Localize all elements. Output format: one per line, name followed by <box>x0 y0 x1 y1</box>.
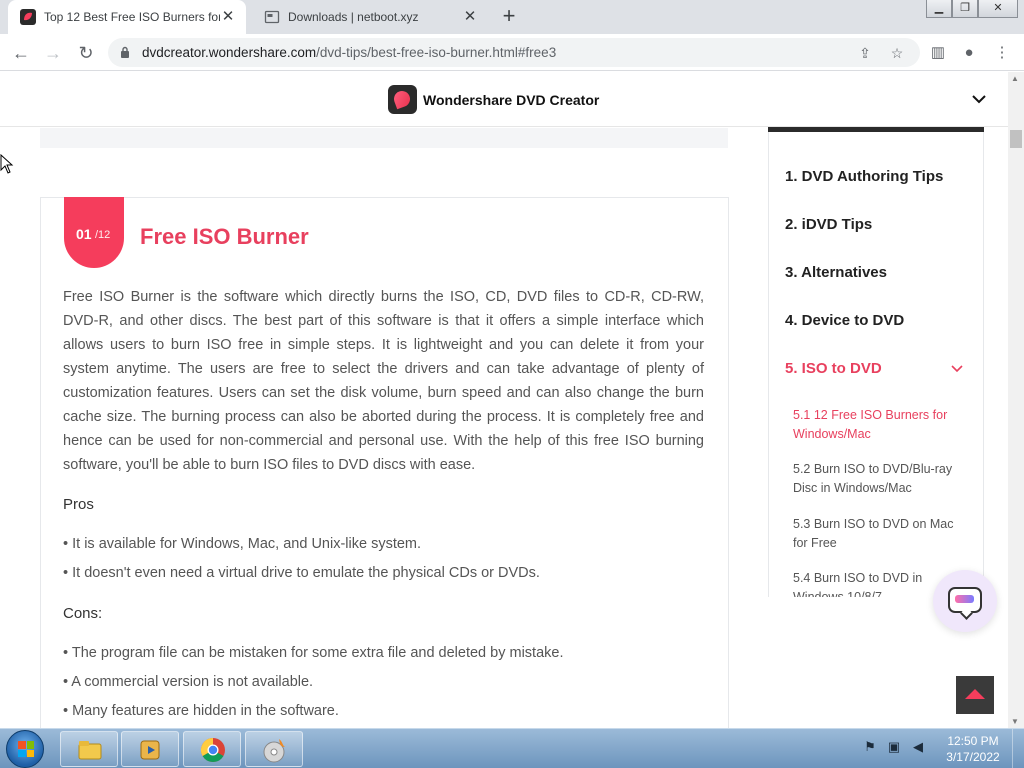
new-tab-button[interactable]: + <box>498 5 520 28</box>
action-center-icon[interactable]: ⚑ <box>862 739 878 755</box>
media-player-icon <box>140 740 160 760</box>
sidebar-subitem-free-iso-burners[interactable]: 5.1 12 Free ISO Burners for Windows/Mac <box>793 406 963 444</box>
windows-taskbar: ⚑ ▣ ◀ 12:50 PM 3/17/2022 <box>0 728 1024 768</box>
sidebar-subitem-burn-iso-bluray[interactable]: 5.2 Burn ISO to DVD/Blu-ray Disc in Wind… <box>793 460 963 498</box>
scroll-up-icon[interactable]: ▲ <box>1011 74 1019 83</box>
tab-title: Top 12 Best Free ISO Burners for <box>44 10 220 24</box>
browser-toolbar: ← → ↻ dvdcreator.wondershare.com/dvd-tip… <box>0 34 1024 71</box>
clock-time: 12:50 PM <box>947 734 999 748</box>
cons-heading: Cons: <box>63 605 103 622</box>
pros-item: • It doesn't even need a virtual drive t… <box>63 565 540 581</box>
clock-date: 3/17/2022 <box>946 750 1000 764</box>
pros-heading: Pros <box>63 496 94 513</box>
network-icon[interactable]: ▣ <box>886 739 902 755</box>
close-tab-icon[interactable]: ✕ <box>462 9 478 25</box>
tab-title: Downloads | netboot.xyz <box>288 10 419 24</box>
chrome-icon <box>200 738 225 763</box>
chat-button[interactable] <box>933 570 997 632</box>
badge-number: 01 <box>76 226 92 242</box>
taskbar-clock[interactable]: 12:50 PM 3/17/2022 <box>940 733 1006 765</box>
menu-icon[interactable]: ⋮ <box>992 43 1012 63</box>
window-controls: ▁ ❐ ✕ <box>926 0 1018 18</box>
address-bar[interactable]: dvdcreator.wondershare.com/dvd-tips/best… <box>108 38 920 67</box>
chevron-down-icon[interactable] <box>970 90 988 108</box>
sidebar-item-dvd-authoring-tips[interactable]: 1. DVD Authoring Tips <box>785 168 943 185</box>
chat-icon <box>948 587 982 613</box>
page-favicon-icon <box>264 10 280 24</box>
show-desktop-button[interactable] <box>1012 729 1024 768</box>
share-icon[interactable]: ⇪ <box>856 44 874 62</box>
sidebar-item-idvd-tips[interactable]: 2. iDVD Tips <box>785 216 872 233</box>
article-title: Free ISO Burner <box>140 224 309 249</box>
star-icon[interactable]: ☆ <box>888 44 906 62</box>
scrollbar-thumb[interactable] <box>1010 130 1022 148</box>
sidebar-item-alternatives[interactable]: 3. Alternatives <box>785 264 887 281</box>
forward-icon[interactable]: → <box>42 42 64 64</box>
cons-item: • The program file can be mistaken for s… <box>63 645 564 661</box>
back-icon[interactable]: ← <box>10 42 32 64</box>
item-number-badge: 01 /12 <box>64 197 124 268</box>
minimize-button[interactable]: ▁ <box>926 0 952 18</box>
chevron-down-icon[interactable] <box>950 362 964 376</box>
sidebar-subitem-burn-iso-mac[interactable]: 5.3 Burn ISO to DVD on Mac for Free <box>793 515 963 553</box>
sidebar-item-iso-to-dvd[interactable]: 5. ISO to DVD <box>785 360 882 377</box>
scroll-down-icon[interactable]: ▼ <box>1011 717 1019 726</box>
back-to-top-icon <box>965 689 985 699</box>
taskbar-explorer[interactable] <box>60 731 118 767</box>
brand[interactable]: Wondershare DVD Creator <box>388 85 599 114</box>
back-to-top-button[interactable] <box>956 676 994 714</box>
volume-icon[interactable]: ◀ <box>910 739 926 755</box>
wondershare-logo-icon <box>388 85 417 114</box>
url-text: dvdcreator.wondershare.com/dvd-tips/best… <box>142 45 556 60</box>
windows-logo-icon <box>18 741 34 757</box>
tab-active[interactable]: Top 12 Best Free ISO Burners for ✕ <box>8 0 246 34</box>
site-header: Wondershare DVD Creator <box>0 72 1008 127</box>
taskbar-iso-burner[interactable] <box>245 731 303 767</box>
brand-name: Wondershare DVD Creator <box>423 91 600 108</box>
start-button[interactable] <box>6 730 44 768</box>
taskbar-chrome[interactable] <box>183 731 241 767</box>
close-window-button[interactable]: ✕ <box>978 0 1018 18</box>
disc-burner-icon <box>263 739 285 763</box>
sidepanel-icon[interactable]: ▥ <box>928 43 948 63</box>
url-path: /dvd-tips/best-free-iso-burner.html#free… <box>316 45 557 60</box>
cons-item: • Many features are hidden in the softwa… <box>63 703 339 719</box>
taskbar-media-player[interactable] <box>121 731 179 767</box>
close-tab-icon[interactable]: ✕ <box>220 9 236 25</box>
page-scrollbar[interactable]: ▲ ▼ <box>1008 72 1024 728</box>
folder-icon <box>78 741 102 760</box>
reload-icon[interactable]: ↻ <box>75 42 97 64</box>
restore-button[interactable]: ❐ <box>952 0 978 18</box>
article-body: Free ISO Burner is the software which di… <box>63 289 704 473</box>
pros-item: • It is available for Windows, Mac, and … <box>63 536 422 552</box>
sidebar-item-device-to-dvd[interactable]: 4. Device to DVD <box>785 312 904 329</box>
profile-icon[interactable]: ● <box>959 43 979 63</box>
cons-item: • A commercial version is not available. <box>63 674 314 690</box>
previous-section-box <box>40 128 728 148</box>
sidebar-nav: 1. DVD Authoring Tips 2. iDVD Tips 3. Al… <box>768 132 984 597</box>
lock-icon <box>121 46 129 58</box>
mouse-cursor-icon <box>0 154 14 174</box>
tab-inactive[interactable]: Downloads | netboot.xyz ✕ <box>252 0 488 34</box>
wondershare-favicon-icon <box>20 9 36 25</box>
badge-total: /12 <box>95 229 111 241</box>
tab-strip: Top 12 Best Free ISO Burners for ✕ Downl… <box>0 0 1024 34</box>
url-domain: dvdcreator.wondershare.com <box>142 45 317 60</box>
system-tray: ⚑ ▣ ◀ <box>862 739 926 759</box>
